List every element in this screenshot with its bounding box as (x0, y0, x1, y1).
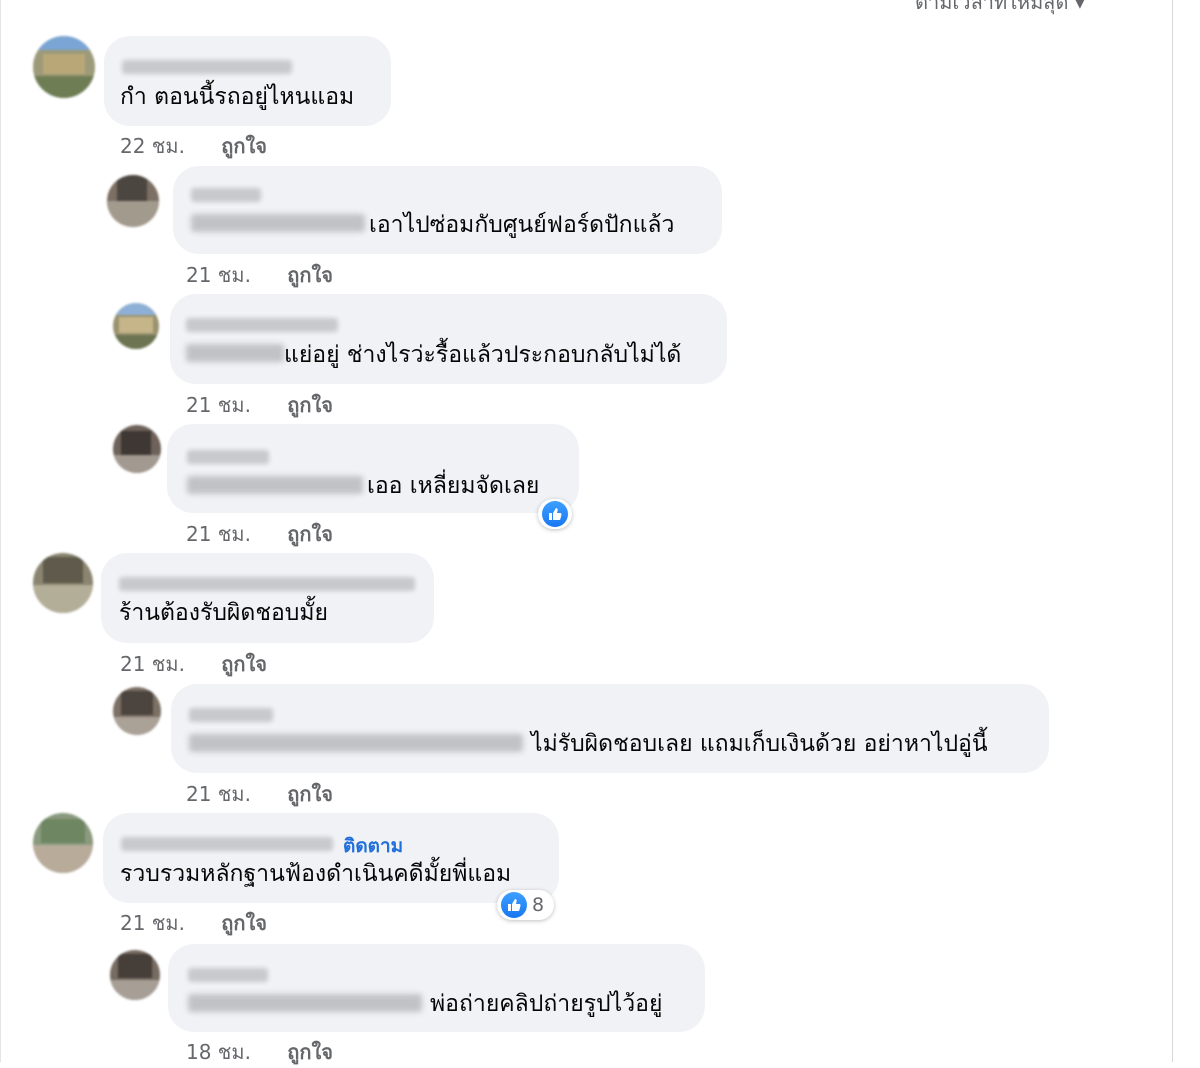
comment-time[interactable]: 21 ชม. (120, 911, 185, 935)
reaction-badge[interactable] (538, 499, 572, 529)
author-name-redacted[interactable] (191, 188, 261, 202)
mention-redacted[interactable] (186, 344, 284, 362)
mention-redacted[interactable] (187, 476, 363, 494)
like-icon (542, 501, 568, 527)
author-name-redacted[interactable] (189, 708, 273, 722)
like-button[interactable]: ถูกใจ (287, 393, 333, 417)
comment-actions: 21 ชม. ถูกใจ (186, 389, 333, 421)
comment-actions: 21 ชม. ถูกใจ (186, 778, 333, 810)
comment-time[interactable]: 22 ชม. (120, 134, 185, 158)
comment-time[interactable]: 21 ชม. (186, 522, 251, 546)
frame-border-right (1172, 0, 1173, 1062)
like-button[interactable]: ถูกใจ (221, 134, 267, 158)
follow-link[interactable]: ติดตาม (343, 831, 403, 861)
like-button[interactable]: ถูกใจ (287, 263, 333, 287)
like-button[interactable]: ถูกใจ (287, 782, 333, 806)
like-button[interactable]: ถูกใจ (221, 911, 267, 935)
comment-bubble: ไม่รับผิดชอบเลย แถมเก็บเงินด้วย อย่าหาไป… (171, 684, 1049, 773)
mention-redacted[interactable] (189, 734, 523, 752)
mention-redacted[interactable] (191, 214, 365, 232)
avatar[interactable] (107, 175, 159, 227)
comment-actions: 22 ชม. ถูกใจ (120, 130, 267, 162)
avatar[interactable] (113, 687, 161, 735)
comment-actions: 21 ชม. ถูกใจ (120, 648, 267, 680)
comment-bubble: เอาไปซ่อมกับศูนย์ฟอร์ดปักแล้ว (173, 166, 722, 254)
comment-bubble: เออ เหลี่ยมจัดเลย (167, 424, 579, 513)
comment-bubble: แย่อยู่ ช่างไรว่ะรื้อแล้วประกอบกลับไม่ได… (170, 294, 727, 384)
author-name-redacted[interactable] (121, 837, 333, 851)
reaction-badge[interactable]: 8 (497, 890, 555, 920)
comment-text: กำ ตอนนี้รถอยู่ไหนแอม (120, 84, 355, 110)
like-button[interactable]: ถูกใจ (221, 652, 267, 676)
comment-text: พ่อถ่ายคลิปถ่ายรูปไว้อยู่ (430, 991, 663, 1017)
comment-sort-dropdown[interactable]: ตามเวลาที่ใหม่สุด ▾ (915, 0, 1085, 14)
comment-text: เออ เหลี่ยมจัดเลย (367, 473, 540, 499)
comment-time[interactable]: 21 ชม. (186, 393, 251, 417)
author-name-redacted[interactable] (119, 577, 415, 591)
comment-actions: 18 ชม. ถูกใจ (186, 1036, 333, 1068)
comment-time[interactable]: 21 ชม. (120, 652, 185, 676)
comment-actions: 21 ชม. ถูกใจ (186, 518, 333, 550)
avatar[interactable] (113, 425, 161, 473)
avatar[interactable] (33, 36, 95, 98)
mention-redacted[interactable] (188, 994, 422, 1012)
avatar[interactable] (33, 553, 93, 613)
frame-border-left (0, 0, 1, 1062)
comment-bubble: ร้านต้องรับผิดชอบมั้ย (101, 553, 434, 643)
comment-text: รวบรวมหลักฐานฟ้องดำเนินคดีมั้ยพี่แอม (120, 861, 512, 887)
like-button[interactable]: ถูกใจ (287, 522, 333, 546)
comment-bubble: พ่อถ่ายคลิปถ่ายรูปไว้อยู่ (168, 944, 705, 1032)
like-icon (501, 892, 527, 918)
avatar[interactable] (113, 303, 159, 349)
comment-text: เอาไปซ่อมกับศูนย์ฟอร์ดปักแล้ว (369, 212, 675, 238)
avatar[interactable] (33, 813, 93, 873)
comment-time[interactable]: 21 ชม. (186, 782, 251, 806)
comment-actions: 21 ชม. ถูกใจ (120, 907, 267, 939)
comment-text: แย่อยู่ ช่างไรว่ะรื้อแล้วประกอบกลับไม่ได… (284, 342, 682, 368)
author-name-redacted[interactable] (186, 318, 338, 332)
comment-bubble: กำ ตอนนี้รถอยู่ไหนแอม (104, 36, 391, 126)
comment-time[interactable]: 18 ชม. (186, 1040, 251, 1064)
comment-text: ไม่รับผิดชอบเลย แถมเก็บเงินด้วย อย่าหาไป… (531, 731, 988, 757)
author-name-redacted[interactable] (187, 450, 269, 464)
author-name-redacted[interactable] (122, 60, 292, 74)
avatar[interactable] (110, 950, 160, 1000)
author-name-redacted[interactable] (188, 968, 268, 982)
like-button[interactable]: ถูกใจ (287, 1040, 333, 1064)
comment-text: ร้านต้องรับผิดชอบมั้ย (119, 600, 328, 626)
comment-time[interactable]: 21 ชม. (186, 263, 251, 287)
comment-actions: 21 ชม. ถูกใจ (186, 259, 333, 291)
comment-bubble: ติดตาม รวบรวมหลักฐานฟ้องดำเนินคดีมั้ยพี่… (103, 813, 559, 903)
reaction-count: 8 (532, 894, 545, 916)
